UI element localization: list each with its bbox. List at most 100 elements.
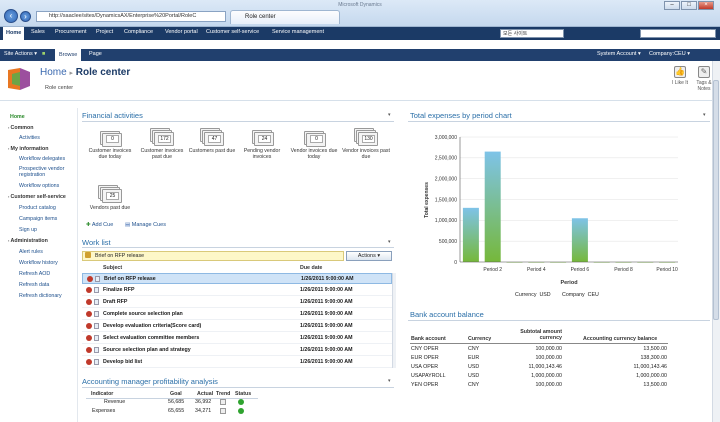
row-due: 1/26/2011 9:00:00 AM <box>300 287 353 293</box>
manage-cues-link[interactable]: ▤ Manage Cues <box>125 222 166 228</box>
table-row[interactable]: Develop bid list 1/26/2011 9:00:00 AM <box>82 357 392 368</box>
work-list-scrollbar[interactable] <box>392 273 396 368</box>
leftnav-home[interactable]: Home <box>10 114 25 120</box>
topnav-service-management[interactable]: Service management <box>272 29 324 35</box>
topnav-project[interactable]: Project <box>96 29 113 35</box>
expenses-chart-menu-icon[interactable]: ▾ <box>703 112 711 118</box>
table-row[interactable]: Select evaluation committee members 1/26/… <box>82 333 392 344</box>
bank-account: EUR OPER <box>411 355 439 361</box>
cue-vendor-invoices-past-due[interactable]: 130 Vendor invoices past due <box>342 128 390 160</box>
leftnav-activities[interactable]: Activities <box>19 135 40 141</box>
priority-icon <box>86 311 92 317</box>
profitability-menu-icon[interactable]: ▾ <box>388 378 396 384</box>
browser-chrome: Microsoft Dynamics ‹ › http://saaclee/si… <box>0 0 720 27</box>
company-label: Company <box>562 292 585 298</box>
bank-balance: 13,500.00 <box>643 346 667 352</box>
table-row[interactable]: Draft RFP 1/26/2011 9:00:00 AM <box>82 297 392 308</box>
bank-subtotal: 1,000,000.00 <box>531 373 562 379</box>
breadcrumb-home[interactable]: Home <box>40 67 67 78</box>
tags-notes-label: Tags & Notes <box>696 80 712 92</box>
row-subject: Finalize RFP <box>103 287 135 293</box>
add-cue-link[interactable]: ✚ Add Cue <box>86 222 113 228</box>
topnav-home[interactable]: Home <box>3 27 25 40</box>
maximize-icon[interactable]: □ <box>681 1 697 10</box>
leftnav-section-administration[interactable]: Administration <box>8 238 48 244</box>
tab-browse[interactable]: Browse <box>55 49 82 61</box>
trend-icon <box>220 399 226 407</box>
divider <box>410 343 668 344</box>
cue-vendor-invoices-due-today[interactable]: 0 Vendor invoices due today <box>290 128 338 160</box>
table-row[interactable]: Finalize RFP 1/26/2011 9:00:00 AM <box>82 285 392 296</box>
table-row[interactable]: Brief on RFP release 1/26/2011 9:00:00 AM <box>82 273 392 284</box>
financial-activities-menu-icon[interactable]: ▾ <box>388 112 396 118</box>
search-scope-select[interactable]: 모든 사이트 <box>500 29 564 38</box>
work-list-filter[interactable]: Brief on RFP release <box>82 251 344 261</box>
topnav-vendor-portal[interactable]: Vendor portal <box>165 29 198 35</box>
cue-customers-past-due[interactable]: 47 Customers past due <box>188 128 236 154</box>
y-tick-label: 500,000 <box>439 239 457 245</box>
cue-vendors-past-due[interactable]: 25 Vendors past due <box>86 185 134 211</box>
page-scrollbar-thumb[interactable] <box>713 80 719 320</box>
leftnav-workflow-options[interactable]: Workflow options <box>19 183 59 189</box>
cue-label: Vendor invoices due today <box>290 148 338 160</box>
leftnav-alert-rules[interactable]: Alert rules <box>19 249 43 255</box>
leftnav-refresh-dictionary[interactable]: Refresh dictionary <box>19 293 62 299</box>
address-bar[interactable]: http://saaclee/sites/DynamicsAX/Enterpri… <box>36 11 226 22</box>
expenses-chart-title: Total expenses by period chart <box>410 111 512 120</box>
browser-tab[interactable]: Role center <box>230 10 340 24</box>
leftnav-refresh-aod[interactable]: Refresh AOD <box>19 271 50 277</box>
leftnav-refresh-data[interactable]: Refresh data <box>19 282 49 288</box>
close-icon[interactable]: × <box>698 1 714 10</box>
actions-label: Actions <box>357 253 376 259</box>
y-tick-label: 1,500,000 <box>435 197 457 203</box>
leftnav-campaign-items[interactable]: Campaign items <box>19 216 57 222</box>
table-row[interactable]: Develop evaluation criteria(Score card) 1… <box>82 321 392 332</box>
topnav-sales[interactable]: Sales <box>31 29 45 35</box>
topnav-customer-self-service[interactable]: Customer self-service <box>206 29 259 35</box>
folder-icon[interactable]: ■ <box>42 51 45 57</box>
leftnav-product-catalog[interactable]: Product catalog <box>19 205 56 211</box>
bank-currency: EUR <box>468 355 480 361</box>
account-menu[interactable]: System Account ▾ <box>597 51 641 57</box>
search-input[interactable] <box>640 29 716 38</box>
topnav-compliance[interactable]: Compliance <box>124 29 153 35</box>
site-actions-menu[interactable]: Site Actions ▾ <box>4 51 37 57</box>
back-button[interactable]: ‹ <box>4 9 18 23</box>
work-list-menu-icon[interactable]: ▾ <box>388 239 396 245</box>
status-icon <box>238 408 244 416</box>
bank-account: YEN OPER <box>411 382 439 388</box>
row-due: 1/26/2011 9:00:00 AM <box>300 299 353 305</box>
x-tick-label: Period 8 <box>614 267 633 273</box>
leftnav-sign-up[interactable]: Sign up <box>19 227 37 233</box>
table-row[interactable]: Source selection plan and strategy 1/26/2… <box>82 345 392 356</box>
task-icon <box>95 276 100 282</box>
actions-button[interactable]: Actions ▾ <box>346 251 392 261</box>
like-it-button[interactable]: 👍 I Like It <box>666 66 694 86</box>
leftnav-section-common[interactable]: Common <box>8 125 34 131</box>
cue-pending-vendor-invoices[interactable]: 24 Pending vendor invoices <box>238 128 286 160</box>
row-subject: Develop evaluation criteria(Score card) <box>103 323 202 329</box>
leftnav-section-my-information[interactable]: My information <box>8 146 49 152</box>
table-row[interactable]: Complete source selection plan 1/26/2011 … <box>82 309 392 320</box>
leftnav-section-customer-self-service[interactable]: Customer self-service <box>8 194 66 200</box>
minimize-icon[interactable]: – <box>664 1 680 10</box>
x-tick-label: Period 6 <box>571 267 590 273</box>
bank-balance-title: Bank account balance <box>410 310 484 319</box>
search-icon[interactable]: ⚲ <box>708 29 713 37</box>
cue-stack-icon: 130 <box>353 128 379 148</box>
breadcrumb: Home ▸ Role center <box>40 67 130 78</box>
company-menu[interactable]: Company:CEU ▾ <box>649 51 690 57</box>
cue-customer-invoices-past-due[interactable]: 172 Customer invoices past due <box>138 128 186 160</box>
leftnav-workflow-delegates[interactable]: Workflow delegates <box>19 156 65 162</box>
leftnav-prospective-vendor-registration[interactable]: Prospective vendor registration <box>19 166 75 178</box>
cue-label: Pending vendor invoices <box>243 148 281 160</box>
row-subject: Draft RFP <box>103 299 128 305</box>
row-due: 1/26/2011 9:00:00 AM <box>300 347 353 353</box>
column-due-date[interactable]: Due date <box>300 265 322 271</box>
tab-page[interactable]: Page <box>89 51 102 57</box>
topnav-procurement[interactable]: Procurement <box>55 29 87 35</box>
cue-customer-invoices-due-today[interactable]: 0 Customer invoices due today <box>86 128 134 160</box>
column-subject[interactable]: Subject <box>103 265 122 271</box>
leftnav-workflow-history[interactable]: Workflow history <box>19 260 58 266</box>
forward-button[interactable]: › <box>20 11 31 22</box>
